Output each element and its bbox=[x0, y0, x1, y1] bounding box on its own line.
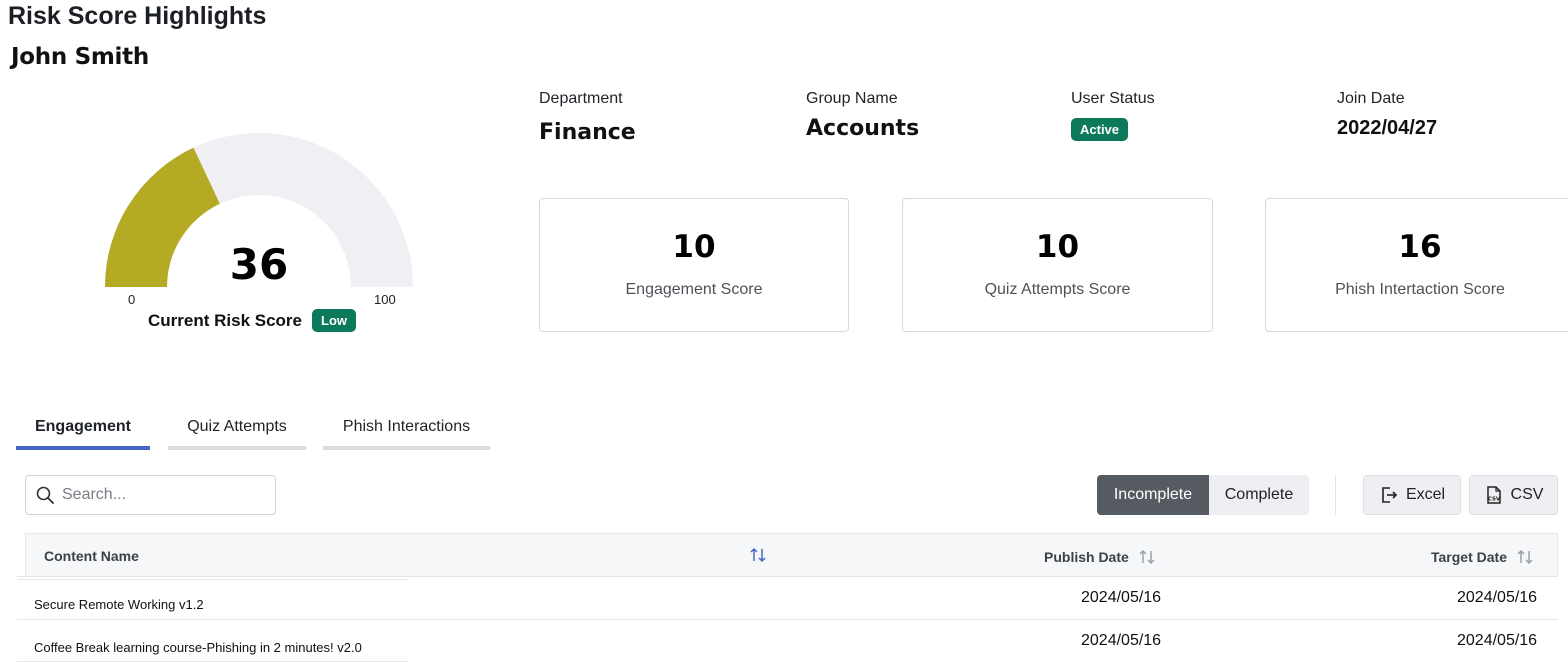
status-label: User Status bbox=[1071, 90, 1155, 107]
completion-filter: Incomplete Complete bbox=[1097, 475, 1309, 515]
content-name-cell: Secure Remote Working v1.2 bbox=[34, 597, 204, 612]
group-label: Group Name bbox=[806, 90, 898, 107]
user-name: John Smith bbox=[11, 44, 149, 70]
engagement-score-value: 10 bbox=[672, 229, 716, 265]
engagement-score-card: 10 Engagement Score bbox=[539, 198, 849, 332]
department-info: Department Finance bbox=[539, 90, 636, 145]
join-date-info: Join Date 2022/04/27 bbox=[1337, 90, 1437, 140]
export-excel-button[interactable]: Excel bbox=[1363, 475, 1461, 515]
target-date-cell: 2024/05/16 bbox=[1457, 632, 1538, 649]
sort-icon[interactable] bbox=[748, 546, 768, 564]
tab-phish-interactions[interactable]: Phish Interactions bbox=[323, 418, 490, 450]
search-box[interactable] bbox=[25, 475, 276, 515]
status-info: User Status Active bbox=[1071, 90, 1155, 141]
quiz-attempts-score-card: 10 Quiz Attempts Score bbox=[902, 198, 1213, 332]
column-target-date[interactable]: Target Date bbox=[1431, 548, 1535, 566]
join-date-value: 2022/04/27 bbox=[1337, 117, 1438, 139]
risk-level-badge: Low bbox=[312, 309, 356, 332]
column-content-name-label: Content Name bbox=[44, 548, 139, 564]
join-date-label: Join Date bbox=[1337, 90, 1405, 107]
table-header: Content Name Publish Date Target Date bbox=[25, 533, 1558, 576]
target-date-cell: 2024/05/16 bbox=[1457, 589, 1538, 606]
sort-icon[interactable] bbox=[1515, 548, 1535, 566]
column-content-name[interactable]: Content Name bbox=[44, 548, 139, 564]
column-publish-date-label: Publish Date bbox=[1044, 549, 1129, 565]
department-label: Department bbox=[539, 90, 623, 107]
table-row[interactable]: Secure Remote Working v1.2 2024/05/16 20… bbox=[17, 576, 1558, 619]
risk-label-row: Current Risk Score Low bbox=[148, 309, 356, 332]
column-target-date-label: Target Date bbox=[1431, 549, 1507, 565]
csv-icon-text: CSV bbox=[1487, 497, 1500, 503]
group-value: Accounts bbox=[806, 116, 920, 141]
tab-quiz-attempts[interactable]: Quiz Attempts bbox=[168, 418, 306, 450]
toolbar-divider bbox=[1335, 475, 1336, 515]
risk-score-label: Current Risk Score bbox=[148, 310, 302, 330]
sort-icon[interactable] bbox=[1137, 548, 1157, 566]
incomplete-button[interactable]: Incomplete bbox=[1097, 475, 1209, 515]
row-separator bbox=[17, 579, 408, 580]
complete-button[interactable]: Complete bbox=[1209, 475, 1309, 515]
department-value: Finance bbox=[539, 120, 636, 145]
publish-date-cell: 2024/05/16 bbox=[1081, 632, 1162, 649]
gauge-max-label: 100 bbox=[374, 292, 396, 307]
quiz-attempts-score-caption: Quiz Attempts Score bbox=[984, 281, 1131, 298]
column-publish-date[interactable]: Publish Date bbox=[1044, 548, 1157, 566]
quiz-attempts-score-value: 10 bbox=[1035, 229, 1080, 265]
table-row[interactable]: Coffee Break learning course-Phishing in… bbox=[17, 619, 1558, 662]
phish-interaction-score-card: 16 Phish Intertaction Score bbox=[1265, 198, 1568, 332]
page-title: Risk Score Highlights bbox=[8, 2, 267, 30]
risk-score-value: 36 bbox=[229, 240, 289, 289]
row-separator bbox=[17, 661, 408, 662]
tab-engagement[interactable]: Engagement bbox=[16, 418, 150, 450]
csv-file-icon: CSV bbox=[1486, 486, 1500, 504]
search-input[interactable] bbox=[62, 486, 252, 504]
publish-date-cell: 2024/05/16 bbox=[1081, 589, 1162, 606]
gauge-min-label: 0 bbox=[128, 292, 136, 307]
content-name-cell: Coffee Break learning course-Phishing in… bbox=[34, 640, 362, 655]
export-excel-label: Excel bbox=[1405, 486, 1446, 503]
engagement-score-caption: Engagement Score bbox=[625, 281, 763, 298]
group-info: Group Name Accounts bbox=[806, 90, 919, 141]
search-icon bbox=[36, 486, 54, 504]
phish-interaction-score-caption: Phish Intertaction Score bbox=[1335, 281, 1505, 298]
export-csv-label: CSV bbox=[1510, 486, 1544, 503]
status-badge: Active bbox=[1071, 118, 1129, 141]
export-icon bbox=[1382, 487, 1398, 503]
export-csv-button[interactable]: CSV CSV bbox=[1469, 475, 1558, 515]
phish-interaction-score-value: 16 bbox=[1398, 229, 1442, 265]
